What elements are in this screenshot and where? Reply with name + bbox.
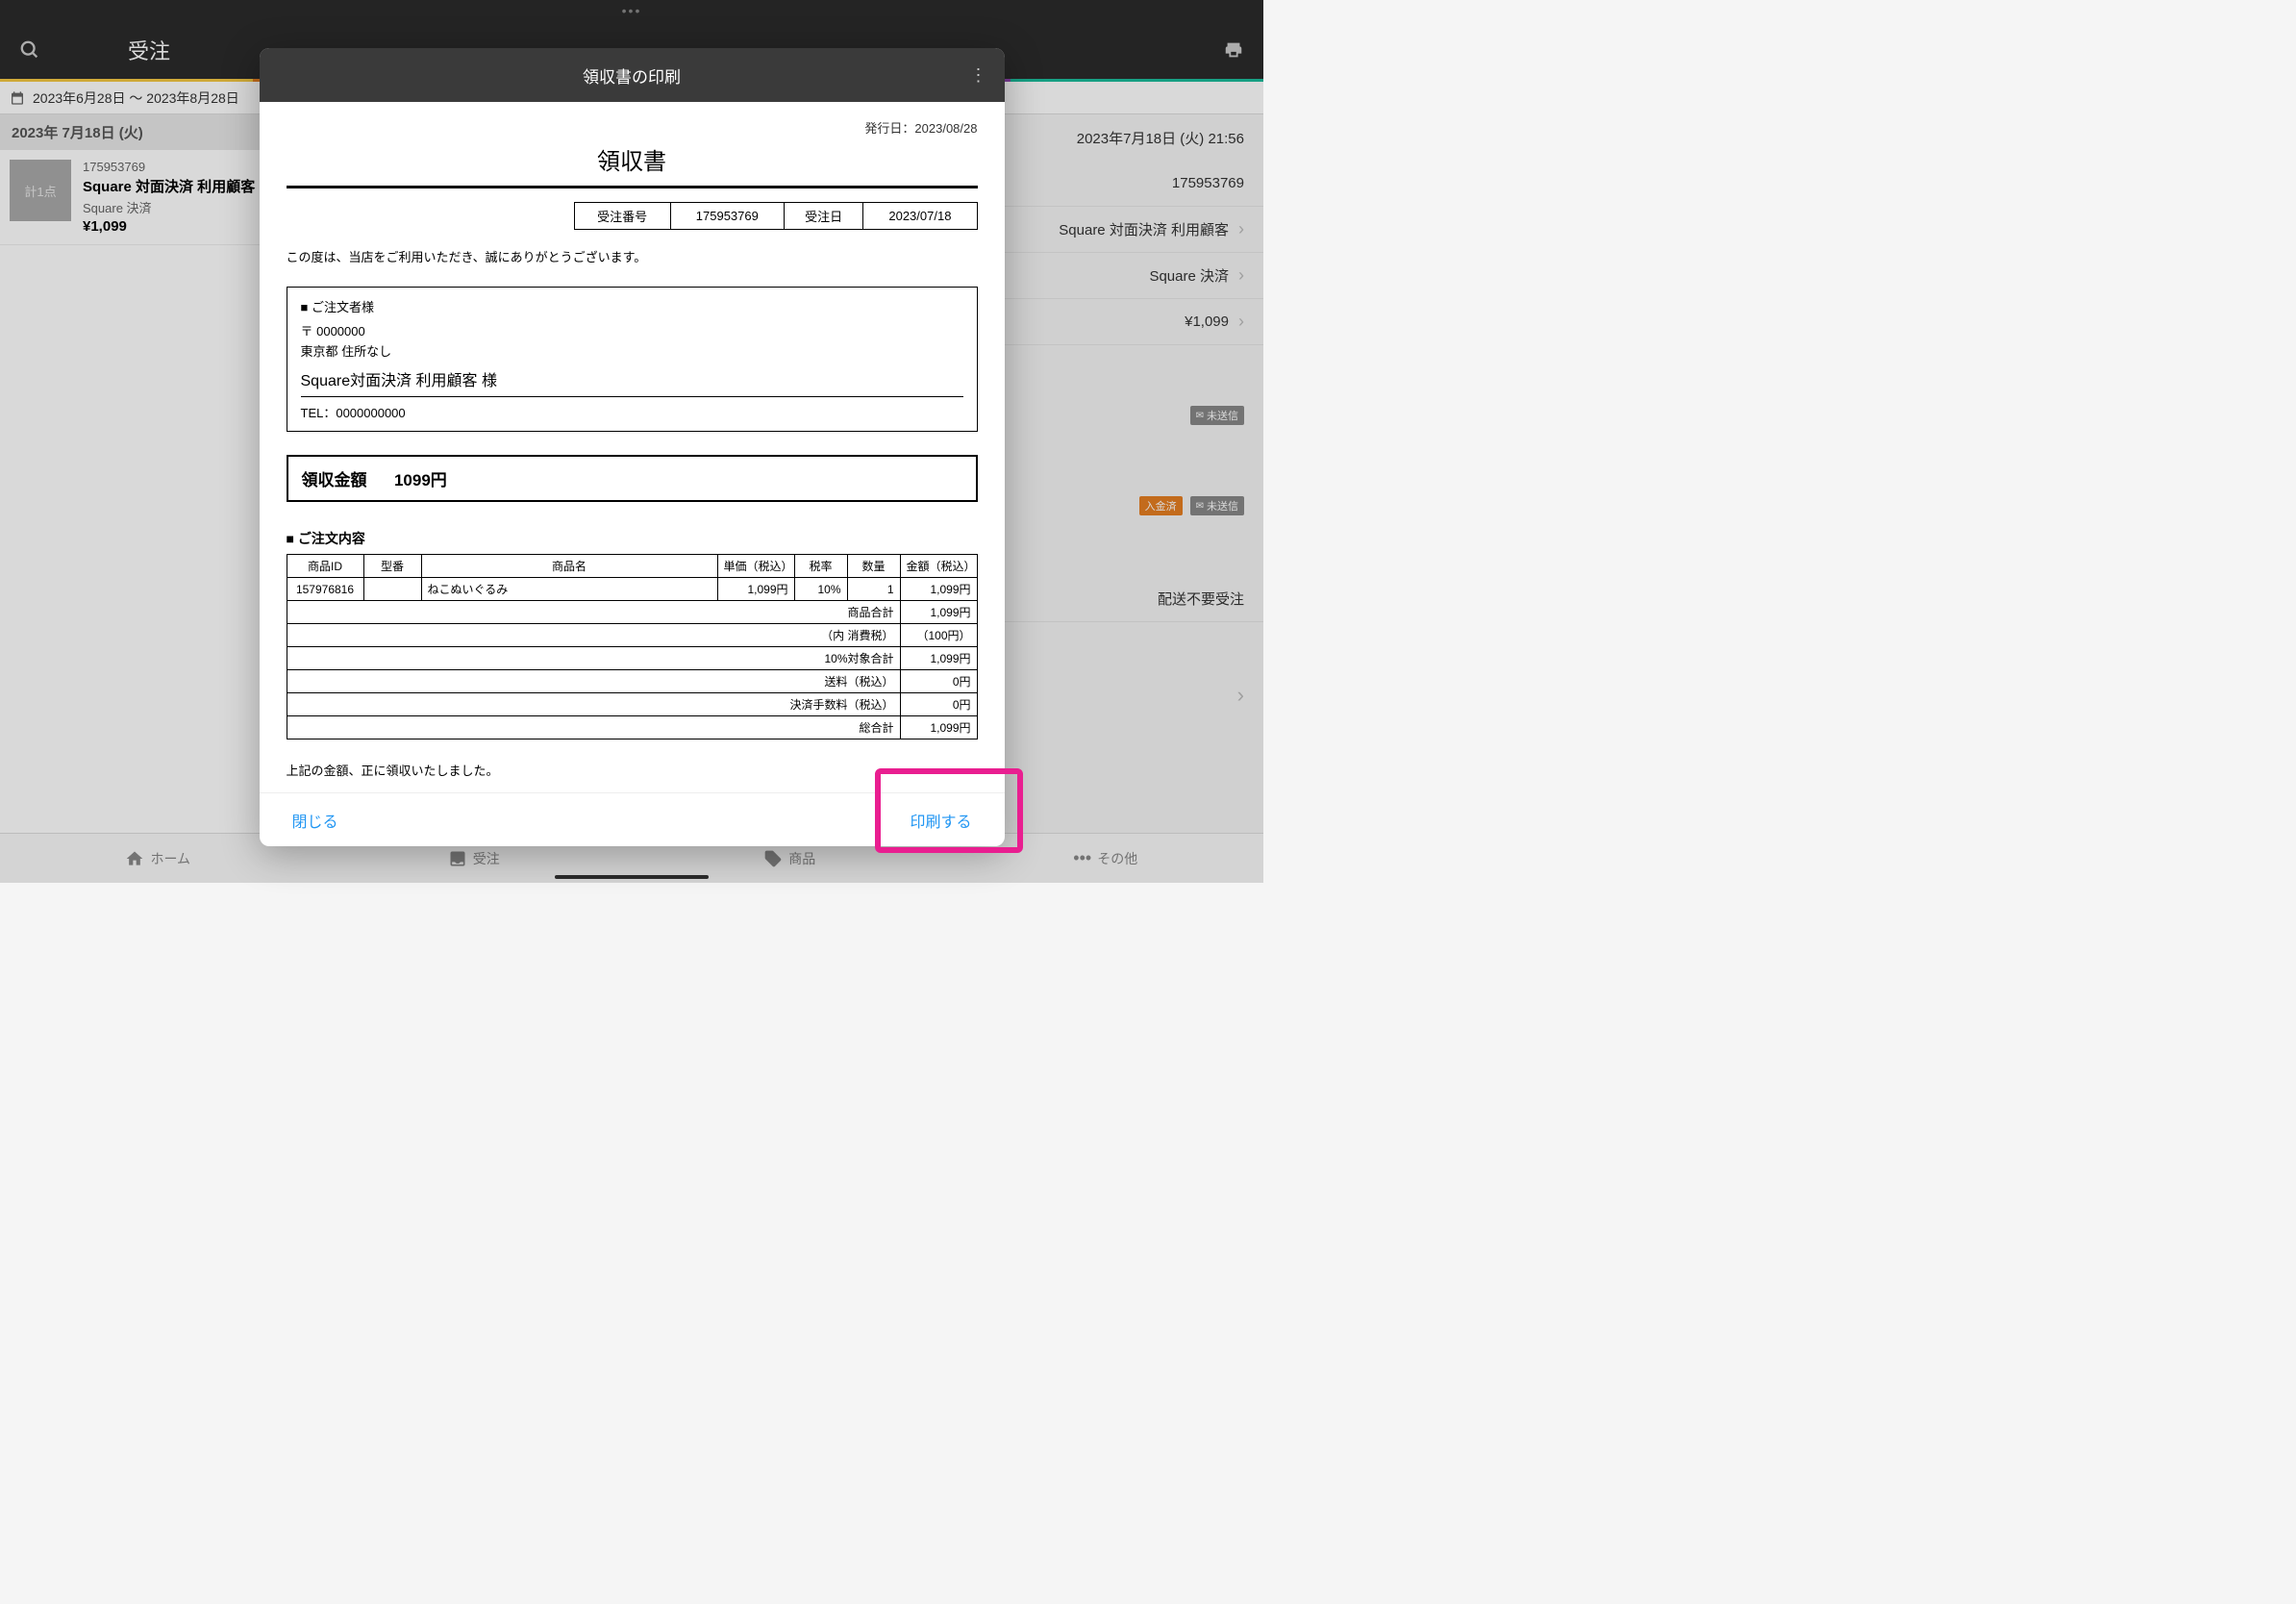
modal-title: 領収書の印刷 (583, 63, 681, 88)
receipt-preview: 発行日：2023/08/28 領収書 受注番号 175953769 受注日 20… (260, 105, 1005, 792)
kebab-menu-icon[interactable]: ⋮ (970, 65, 987, 86)
customer-box: ■ ご注文者様 〒 0000000 東京都 住所なし Square対面決済 利用… (287, 287, 978, 432)
print-receipt-modal: 領収書の印刷 ⋮ 発行日：2023/08/28 領収書 受注番号 1759537… (260, 48, 1005, 846)
modal-header: 領収書の印刷 ⋮ (260, 48, 1005, 102)
modal-footer: 閉じる 印刷する (260, 792, 1005, 846)
receipt-title: 領収書 (287, 137, 978, 188)
order-content-label: ■ ご注文内容 (287, 529, 978, 548)
items-table: 商品ID 型番 商品名 単価（税込） 税率 数量 金額（税込） 15797681… (287, 554, 978, 739)
close-button[interactable]: 閉じる (279, 801, 352, 840)
modal-overlay: 領収書の印刷 ⋮ 発行日：2023/08/28 領収書 受注番号 1759537… (0, 0, 1263, 883)
receipt-issue-date: 発行日：2023/08/28 (287, 118, 978, 137)
print-button[interactable]: 印刷する (896, 801, 985, 840)
amount-box: 領収金額 1099円 (287, 455, 978, 502)
receipt-thanks: この度は、当店をご利用いただき、誠にありがとうございます。 (287, 247, 978, 265)
receipt-confirm: 上記の金額、正に領収いたしました。 (287, 761, 978, 779)
receipt-info-table: 受注番号 175953769 受注日 2023/07/18 (574, 202, 978, 230)
